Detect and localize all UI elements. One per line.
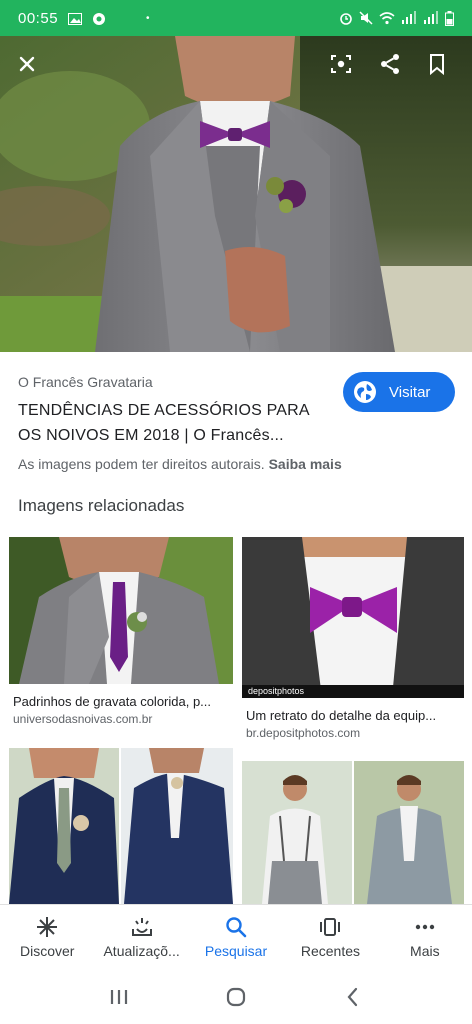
more-dots-icon — [415, 924, 435, 930]
bookmark-icon — [430, 54, 444, 76]
related-card[interactable] — [9, 748, 233, 904]
dot-icon: • — [146, 12, 150, 24]
related-card[interactable] — [242, 761, 464, 904]
recents-icon — [320, 918, 341, 936]
status-bar: 00:55 • — [0, 0, 472, 36]
mute-icon — [359, 11, 373, 25]
signal-2-icon — [424, 11, 438, 24]
nav-updates[interactable]: Atualizaçõ... — [94, 905, 188, 970]
close-button[interactable] — [13, 50, 41, 78]
related-thumbnail — [9, 748, 233, 904]
save-collection-button[interactable] — [423, 50, 451, 78]
updates-icon — [131, 918, 152, 936]
nav-label: Pesquisar — [204, 943, 268, 959]
nav-label: Mais — [410, 943, 440, 959]
lens-scan-icon — [331, 55, 351, 73]
copyright-notice: As imagens podem ter direitos autorais. … — [18, 456, 342, 472]
nav-label: Atualizaçõ... — [103, 943, 180, 959]
share-icon — [381, 54, 399, 74]
result-title[interactable]: TENDÊNCIAS DE ACESSÓRIOS PARA OS NOIVOS … — [18, 398, 328, 448]
app-notification-icon — [92, 12, 106, 25]
bottom-navigation: Discover Atualizaçõ... Pesquisar Recente… — [0, 904, 472, 970]
globe-icon — [354, 381, 376, 403]
recent-apps-icon[interactable] — [106, 984, 132, 1010]
system-navigation-bar — [0, 970, 472, 1024]
lens-button[interactable] — [327, 50, 355, 78]
watermark-logo: depositphotos — [248, 686, 305, 696]
asterisk-icon — [37, 917, 58, 937]
search-icon — [226, 917, 247, 938]
related-domain: universodasnoivas.com.br — [13, 712, 153, 726]
battery-icon — [445, 10, 454, 26]
nav-more[interactable]: Mais — [378, 905, 472, 970]
nav-label: Discover — [19, 943, 75, 959]
nav-label: Recentes — [300, 943, 360, 959]
signal-icon — [402, 11, 416, 24]
wifi-icon — [379, 12, 395, 25]
learn-more-link[interactable]: Saiba mais — [269, 456, 342, 472]
status-time: 00:55 — [18, 9, 59, 27]
visit-label: Visitar — [389, 383, 431, 401]
related-domain: br.depositphotos.com — [246, 726, 361, 740]
related-caption: Padrinhos de gravata colorida, p... — [13, 694, 212, 709]
hero-image[interactable] — [0, 36, 472, 352]
close-icon — [19, 56, 35, 72]
nav-recents[interactable]: Recentes — [283, 905, 377, 970]
related-card[interactable]: depositphotos Um retrato do detalhe da e… — [242, 537, 464, 740]
source-name[interactable]: O Francês Gravataria — [18, 374, 153, 390]
related-thumbnail — [242, 761, 464, 904]
related-caption: Um retrato do detalhe da equip... — [246, 708, 437, 723]
nav-discover[interactable]: Discover — [0, 905, 94, 970]
gallery-icon — [68, 12, 83, 25]
related-thumbnail — [242, 537, 464, 698]
related-card[interactable]: Padrinhos de gravata colorida, p... univ… — [9, 537, 233, 727]
home-icon[interactable] — [223, 984, 249, 1010]
nav-search[interactable]: Pesquisar — [189, 905, 283, 970]
related-thumbnail — [9, 537, 233, 684]
related-heading: Imagens relacionadas — [18, 496, 185, 515]
alarm-icon — [340, 13, 352, 25]
visit-button[interactable]: Visitar — [343, 372, 455, 412]
rights-text: As imagens podem ter direitos autorais. — [18, 456, 265, 472]
status-right — [339, 10, 454, 26]
share-button[interactable] — [376, 50, 404, 78]
back-icon[interactable] — [340, 984, 366, 1010]
